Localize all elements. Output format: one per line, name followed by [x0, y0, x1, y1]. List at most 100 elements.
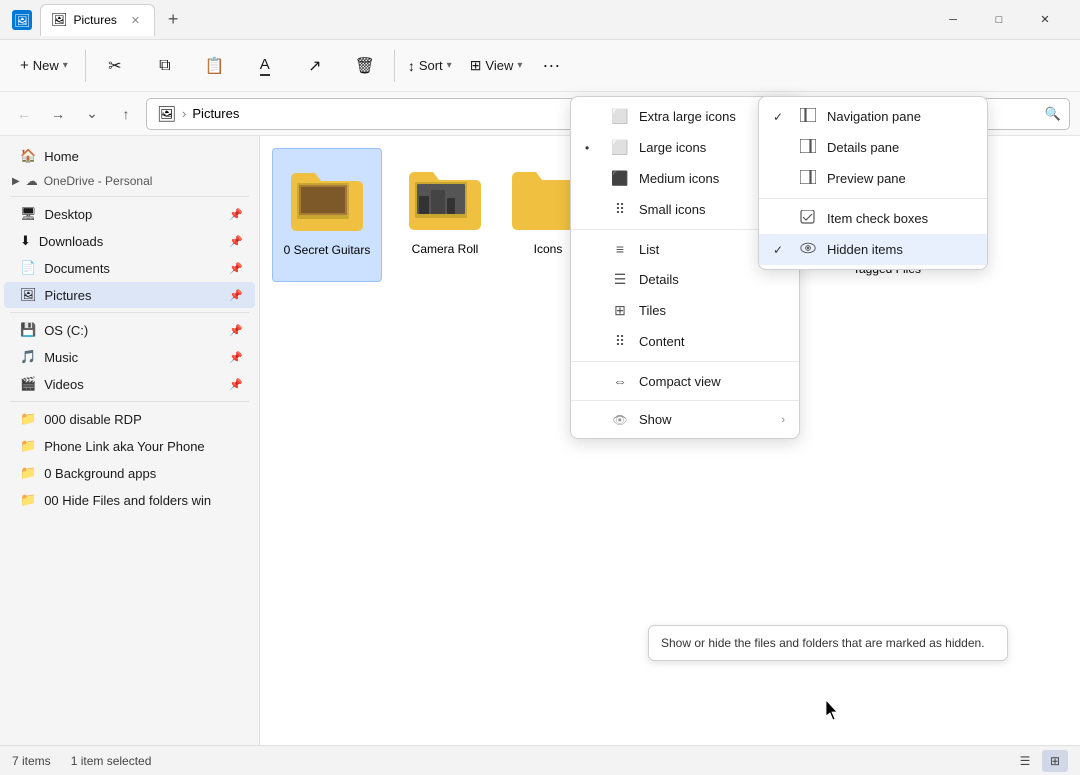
folder-thumb-0 [287, 157, 367, 237]
extra-large-label: Extra large icons [639, 109, 736, 124]
pin-icon-music: 📌 [229, 351, 243, 364]
share-button[interactable]: ↗ [291, 44, 339, 88]
rename-button[interactable]: A [241, 44, 289, 88]
active-tab[interactable]: 🖼 Pictures ✕ [40, 4, 155, 36]
pin-icon-c: 📌 [229, 324, 243, 337]
sidebar-item-c-drive[interactable]: 💾 OS (C:) 📌 [4, 317, 255, 343]
new-button[interactable]: + New ▾ [8, 44, 80, 88]
medium-label: Medium icons [639, 171, 719, 186]
forward-button[interactable]: → [44, 100, 72, 128]
view-mode-controls: ☰ ⊞ [1012, 750, 1068, 772]
menu-tiles[interactable]: ⊞ Tiles [571, 295, 799, 326]
details-pane-icon [799, 139, 817, 156]
pin-icon-pictures: 📌 [229, 289, 243, 302]
sidebar-home-label: Home [44, 149, 79, 164]
sidebar-item-home[interactable]: 🏠 Home [4, 143, 255, 169]
close-button[interactable]: ✕ [1022, 4, 1068, 36]
view-button[interactable]: ⊞ View ▾ [462, 48, 531, 84]
menu-hidden-items[interactable]: ✓ Hidden items [759, 234, 987, 265]
rename-icon: A [260, 56, 270, 76]
copy-button[interactable]: ⧉ [141, 44, 189, 88]
show-arrow-icon: › [781, 414, 785, 426]
sidebar-item-music[interactable]: 🎵 Music 📌 [4, 344, 255, 370]
menu-nav-pane[interactable]: ✓ Navigation pane [759, 101, 987, 132]
file-label-1: Camera Roll [412, 242, 479, 256]
sidebar-folder-000[interactable]: 📁 000 disable RDP [4, 406, 255, 432]
new-tab-button[interactable]: + [159, 6, 187, 34]
menu-preview-pane[interactable]: Preview pane [759, 163, 987, 194]
menu-sep-2 [571, 361, 799, 362]
file-item-0-secret-guitars[interactable]: 0 Secret Guitars [272, 148, 382, 282]
paste-button[interactable]: 📋 [191, 44, 239, 88]
menu-sep-3 [571, 400, 799, 401]
file-label-2: Icons [534, 242, 563, 256]
toolbar-separator-2 [394, 50, 395, 82]
app-icon: 🖼 [12, 10, 32, 30]
small-icon: ⠿ [611, 201, 629, 218]
large-icon: ⬜ [611, 139, 629, 156]
window-controls: ─ □ ✕ [930, 4, 1068, 36]
show-menu: ✓ Navigation pane Details pane Preview p… [758, 96, 988, 270]
sidebar-folder-hide[interactable]: 📁 00 Hide Files and folders win [4, 487, 255, 513]
list-view-button[interactable]: ☰ [1012, 750, 1038, 772]
menu-content[interactable]: ⠿ Content [571, 326, 799, 357]
sidebar-folder-phone-label: Phone Link aka Your Phone [44, 439, 204, 454]
grid-view-button[interactable]: ⊞ [1042, 750, 1068, 772]
delete-button[interactable]: 🗑 [341, 44, 389, 88]
item-check-label: Item check boxes [827, 211, 928, 226]
cut-button[interactable]: ✂ [91, 44, 139, 88]
menu-show[interactable]: 👁 Show › [571, 405, 799, 434]
new-label: New [33, 58, 59, 73]
compact-label: Compact view [639, 374, 721, 389]
sidebar-item-videos[interactable]: 🎬 Videos 📌 [4, 371, 255, 397]
preview-pane-icon [799, 170, 817, 187]
show-icon: 👁 [611, 413, 629, 427]
menu-item-check-boxes[interactable]: Item check boxes [759, 203, 987, 234]
sidebar-divider-3 [10, 401, 249, 402]
sidebar-item-downloads[interactable]: ⬇ Downloads 📌 [4, 228, 255, 254]
more-button[interactable]: ··· [532, 48, 570, 84]
tab-close-icon[interactable]: ✕ [131, 14, 140, 27]
folder-icon-phone: 📁 [20, 438, 36, 454]
sort-button[interactable]: ↕ Sort ▾ [400, 48, 460, 84]
sidebar-folder-hide-label: 00 Hide Files and folders win [44, 493, 211, 508]
tiles-icon: ⊞ [611, 302, 629, 319]
view-icon: ⊞ [470, 57, 482, 74]
selection-info: 1 item selected [71, 754, 152, 768]
sidebar-videos-label: Videos [44, 377, 84, 392]
maximize-button[interactable]: □ [976, 4, 1022, 36]
address-text: Pictures [192, 106, 239, 121]
medium-icon: ⬛ [611, 170, 629, 187]
sidebar-onedrive-label: OneDrive - Personal [44, 174, 153, 188]
sidebar-desktop-label: Desktop [45, 207, 93, 222]
check-hidden-items: ✓ [773, 243, 789, 257]
up-button[interactable]: ↑ [112, 100, 140, 128]
list-icon: ≡ [611, 241, 629, 257]
list-label: List [639, 242, 659, 257]
tiles-label: Tiles [639, 303, 666, 318]
file-item-camera-roll[interactable]: Camera Roll [390, 148, 500, 282]
compact-icon: ⇔ [611, 373, 629, 389]
sidebar-folder-bg[interactable]: 📁 0 Background apps [4, 460, 255, 486]
status-bar: 7 items 1 item selected ☰ ⊞ [0, 745, 1080, 775]
back-button[interactable]: ← [10, 100, 38, 128]
address-icon: 🖼 [157, 105, 176, 123]
nav-pane-label: Navigation pane [827, 109, 921, 124]
home-icon: 🏠 [20, 148, 36, 164]
folder-icon-bg: 📁 [20, 465, 36, 481]
sidebar-item-desktop[interactable]: 🖥 Desktop 📌 [4, 201, 255, 227]
sidebar-group-onedrive[interactable]: ▶ ☁ OneDrive - Personal [0, 170, 259, 192]
sort-label: Sort [419, 58, 443, 73]
menu-compact[interactable]: ⇔ Compact view [571, 366, 799, 396]
recent-locations-button[interactable]: ⌄ [78, 100, 106, 128]
sidebar-item-pictures[interactable]: 🖼 Pictures 📌 [4, 282, 255, 308]
sidebar-music-label: Music [44, 350, 78, 365]
sidebar-folder-000-label: 000 disable RDP [44, 412, 142, 427]
menu-details-pane[interactable]: Details pane [759, 132, 987, 163]
plus-icon: + [20, 57, 29, 74]
preview-pane-label: Preview pane [827, 171, 906, 186]
minimize-button[interactable]: ─ [930, 4, 976, 36]
sidebar-pictures-label: Pictures [45, 288, 92, 303]
sidebar-folder-phone[interactable]: 📁 Phone Link aka Your Phone [4, 433, 255, 459]
sidebar-item-documents[interactable]: 📄 Documents 📌 [4, 255, 255, 281]
